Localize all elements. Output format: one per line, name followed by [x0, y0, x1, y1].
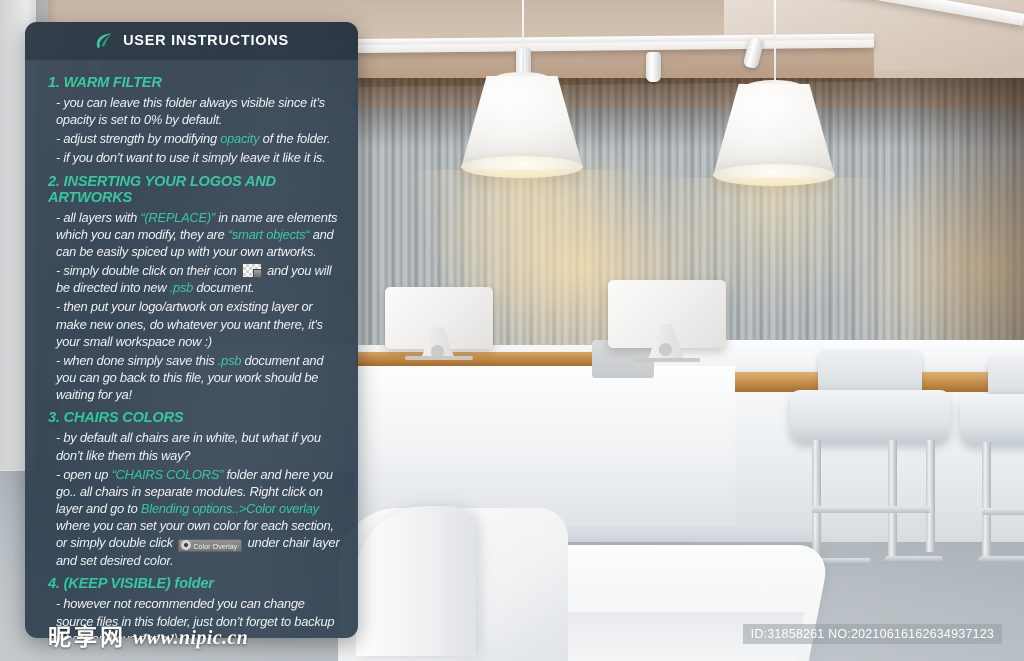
- stool-base-runner: [976, 556, 1024, 563]
- highlighted-term: opacity: [220, 131, 260, 147]
- section-heading: 3. CHAIRS COLORS: [48, 410, 184, 427]
- section-line: - however not recommended you can change…: [56, 595, 344, 638]
- body-text: - by default all chairs are in white, bu…: [56, 430, 321, 463]
- body-text: - then put your logo/artwork on existing…: [56, 299, 323, 349]
- body-text: - when done simply save this: [56, 352, 218, 368]
- stool-leg: [812, 440, 821, 562]
- monitor-stand-hinge: [659, 343, 672, 356]
- highlighted-term: .psb: [169, 280, 194, 296]
- pendant-diffuser: [713, 164, 835, 186]
- body-text: - however not recommended you can change…: [56, 596, 335, 638]
- highlighted-term: Blending options..>Color overlay: [140, 500, 319, 516]
- section-line: - then put your logo/artwork on existing…: [56, 298, 344, 349]
- body-text: - adjust strength by modifying: [56, 131, 221, 147]
- stool-leg: [926, 440, 935, 552]
- section-line: - if you don’t want to use it simply lea…: [56, 149, 344, 166]
- body-text: - if you don’t want to use it simply lea…: [56, 150, 326, 166]
- user-instructions-panel[interactable]: USER INSTRUCTIONS 1. WARM FILTER - you ca…: [25, 22, 358, 638]
- smart-object-icon: [241, 263, 262, 279]
- section-line: - open up “CHAIRS COLORS” folder and her…: [56, 466, 344, 570]
- section-line: - all layers with “(REPLACE)” in name ar…: [56, 209, 344, 260]
- section-line: - when done simply save this .psb docume…: [56, 352, 344, 403]
- color-overlay-chip[interactable]: Color Overlay: [178, 539, 243, 553]
- stool-footrail: [812, 506, 930, 513]
- section-line: - simply double click on their icon and …: [56, 262, 344, 296]
- section-heading: 1. WARM FILTER: [48, 75, 162, 91]
- highlighted-term: “smart objects“: [227, 226, 310, 242]
- highlighted-term: .psb: [217, 352, 242, 368]
- pendant-cord: [522, 0, 524, 78]
- body-text: document.: [193, 280, 255, 296]
- section-line: - adjust strength by modifying opacity o…: [56, 130, 344, 147]
- highlighted-term: “(REPLACE)”: [140, 209, 215, 225]
- bar-stool: [952, 356, 1024, 600]
- body-text: of the folder.: [259, 131, 331, 147]
- stool-seat: [960, 394, 1024, 444]
- pendant-cord: [774, 0, 776, 86]
- body-text: - all layers with: [56, 209, 141, 225]
- track-spotlight: [646, 52, 661, 82]
- stool-leg: [982, 442, 991, 560]
- reception-desk-front: [355, 366, 735, 526]
- image-id-badge: ID:31858261 NO:20210616162634937123: [742, 624, 1002, 644]
- wall-right-shading: [904, 78, 1024, 378]
- pendant-diffuser: [461, 156, 583, 178]
- section-heading: 2. INSERTING YOUR LOGOS AND ARTWORKS: [48, 173, 276, 206]
- body-text: - simply double click on their icon: [56, 263, 240, 279]
- desktop-monitor: [608, 280, 738, 362]
- monitor-foot: [634, 358, 700, 362]
- panel-title: USER INSTRUCTIONS: [123, 33, 289, 49]
- stool-leg: [888, 440, 897, 562]
- sofa-armrest: [356, 506, 476, 656]
- desktop-monitor: [385, 287, 505, 360]
- leaf-icon: [96, 33, 112, 49]
- monitor-foot: [405, 356, 473, 360]
- section-line: - you can leave this folder always visib…: [56, 94, 344, 128]
- body-text: - you can leave this folder always visib…: [56, 95, 325, 128]
- body-text: - open up: [56, 466, 112, 482]
- stool-seat: [790, 390, 950, 442]
- panel-content: 1. WARM FILTER - you can leave this folde…: [25, 61, 358, 638]
- stool-base-runner: [882, 556, 944, 563]
- stool-footrail: [982, 508, 1024, 515]
- section-line: - by default all chairs are in white, bu…: [56, 429, 344, 463]
- eye-icon: [181, 540, 192, 551]
- section-heading: 4. (KEEP VISIBLE) folder: [48, 576, 214, 593]
- screenshot-canvas: USER INSTRUCTIONS 1. WARM FILTER - you ca…: [0, 0, 1024, 661]
- highlighted-term: “CHAIRS COLORS”: [111, 466, 224, 482]
- panel-header: USER INSTRUCTIONS: [25, 22, 358, 61]
